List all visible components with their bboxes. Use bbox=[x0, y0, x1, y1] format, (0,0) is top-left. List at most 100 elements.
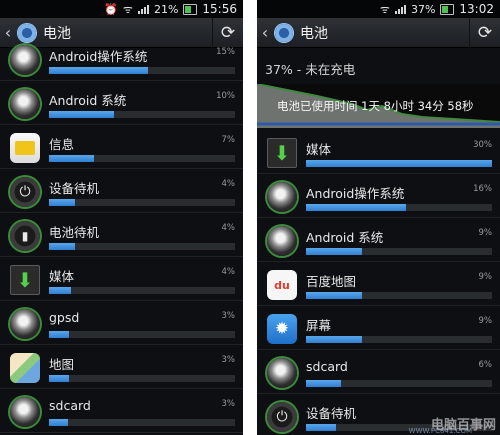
usage-bar-fill bbox=[49, 243, 76, 250]
battery-icon bbox=[183, 3, 198, 15]
android-system-icon bbox=[267, 226, 297, 256]
refresh-icon: ⟳ bbox=[477, 22, 493, 43]
battery-percent: 37% bbox=[410, 2, 436, 16]
usage-bar bbox=[49, 111, 235, 118]
wifi-icon: ᯤ bbox=[122, 2, 133, 16]
status-bar: ᯤ 37% 13:02 bbox=[257, 0, 500, 18]
usage-percent: 4% bbox=[221, 223, 236, 233]
usage-bar bbox=[49, 287, 235, 294]
usage-percent: 3% bbox=[221, 311, 236, 321]
wifi-icon: ᯤ bbox=[379, 2, 390, 16]
list-item[interactable]: Android 系统 10% bbox=[0, 81, 243, 125]
app-name: 设备待机 bbox=[306, 406, 357, 421]
list-item[interactable]: ▮ 电池待机 4% bbox=[0, 213, 243, 257]
app-name: 地图 bbox=[49, 357, 75, 372]
usage-bar bbox=[306, 204, 492, 211]
list-item[interactable]: du 百度地图 9% bbox=[257, 262, 500, 306]
battery-percent: 21% bbox=[153, 2, 179, 16]
app-name: sdcard bbox=[306, 359, 348, 374]
device-standby-icon: ⏻ bbox=[267, 402, 297, 432]
page-title: 电池 bbox=[300, 25, 328, 42]
media-icon: ⬇ bbox=[267, 138, 297, 168]
sdcard-icon bbox=[10, 397, 40, 427]
usage-bar-fill bbox=[306, 292, 362, 299]
back-chevron-icon[interactable]: ‹ bbox=[259, 23, 271, 42]
alarm-icon: ⏰ bbox=[104, 2, 118, 16]
usage-bar-fill bbox=[49, 419, 68, 426]
app-name: Android 系统 bbox=[49, 93, 127, 108]
list-item[interactable]: sdcard 6% bbox=[257, 350, 500, 394]
usage-bar bbox=[49, 375, 235, 382]
usage-percent: 4% bbox=[221, 179, 236, 189]
list-item[interactable]: 地图 3% bbox=[0, 345, 243, 389]
list-item[interactable]: 信息 7% bbox=[0, 125, 243, 169]
charge-status: 37% - 未在充电 bbox=[265, 62, 356, 77]
device-standby-icon: ⏻ bbox=[10, 177, 40, 207]
signal-icon bbox=[394, 4, 406, 14]
usage-percent: 9% bbox=[478, 272, 493, 282]
usage-bar bbox=[49, 331, 235, 338]
list-item[interactable]: gpsd 3% bbox=[0, 301, 243, 345]
left-phone-screen: ⏰ ᯤ 21% 15:56 ‹ 电池 ⟳ Android操作系统 15% Andro… bbox=[0, 0, 243, 435]
app-name: Android操作系统 bbox=[49, 49, 148, 64]
usage-bar bbox=[306, 248, 492, 255]
settings-gear-icon[interactable] bbox=[274, 22, 294, 43]
media-icon: ⬇ bbox=[10, 265, 40, 295]
list-item[interactable]: sdcard 3% bbox=[0, 389, 243, 433]
usage-percent: 7% bbox=[221, 135, 236, 145]
cell-standby-icon: ▮ bbox=[10, 221, 40, 251]
usage-bar-fill bbox=[306, 248, 362, 255]
list-item[interactable]: ⬇ 媒体 30% bbox=[257, 130, 500, 174]
gpsd-icon bbox=[10, 309, 40, 339]
maps-icon bbox=[10, 353, 40, 383]
usage-bar bbox=[49, 67, 235, 74]
usage-percent: 9% bbox=[478, 316, 493, 326]
clock: 13:02 bbox=[459, 2, 494, 16]
usage-bar-fill bbox=[49, 67, 148, 74]
status-bar: ⏰ ᯤ 21% 15:56 bbox=[0, 0, 243, 18]
watermark-url: WWW.PC841.COM bbox=[408, 427, 472, 435]
baidu-map-icon: du bbox=[267, 270, 297, 300]
screen-icon: ✹ bbox=[267, 314, 297, 344]
battery-icon bbox=[440, 3, 455, 15]
title-bar: ‹ 电池 ⟳ bbox=[257, 17, 500, 48]
usage-bar bbox=[49, 155, 235, 162]
usage-bar-fill bbox=[49, 331, 70, 338]
app-name: 屏幕 bbox=[306, 318, 332, 333]
android-os-icon bbox=[10, 45, 40, 75]
battery-history-graph[interactable]: 电池已使用时间 1天 8小时 34分 58秒 bbox=[257, 84, 500, 128]
usage-bar-fill bbox=[306, 336, 362, 343]
list-item[interactable]: ⏻ 设备待机 4% bbox=[0, 169, 243, 213]
usage-percent: 3% bbox=[221, 355, 236, 365]
usage-time: 电池已使用时间 1天 8小时 34分 58秒 bbox=[277, 99, 474, 113]
usage-bar bbox=[49, 199, 235, 206]
messages-icon bbox=[10, 133, 40, 163]
sdcard-icon bbox=[267, 358, 297, 388]
list-item[interactable]: ⬇ 媒体 4% bbox=[0, 257, 243, 301]
usage-percent: 9% bbox=[478, 228, 493, 238]
list-item[interactable]: Android操作系统 16% bbox=[257, 174, 500, 218]
list-item[interactable]: ✹ 屏幕 9% bbox=[257, 306, 500, 350]
usage-bar bbox=[306, 380, 492, 387]
app-name: sdcard bbox=[49, 398, 91, 413]
usage-bar bbox=[306, 160, 492, 167]
app-name: 媒体 bbox=[49, 269, 75, 284]
android-system-icon bbox=[10, 89, 40, 119]
app-name: 百度地图 bbox=[306, 274, 357, 289]
usage-percent: 15% bbox=[216, 47, 235, 57]
usage-bar-fill bbox=[49, 111, 115, 118]
list-item[interactable]: Android操作系统 15% bbox=[0, 37, 243, 81]
usage-bar bbox=[49, 419, 235, 426]
list-item[interactable]: Android 系统 9% bbox=[257, 218, 500, 262]
usage-percent: 10% bbox=[216, 91, 235, 101]
app-name: 电池待机 bbox=[49, 225, 100, 240]
usage-bar-fill bbox=[306, 424, 336, 431]
usage-bar-fill bbox=[306, 380, 342, 387]
usage-bar-fill bbox=[49, 375, 70, 382]
usage-bar bbox=[306, 336, 492, 343]
refresh-button[interactable]: ⟳ bbox=[469, 17, 500, 48]
app-name: 信息 bbox=[49, 137, 75, 152]
right-phone-screen: ᯤ 37% 13:02 ‹ 电池 ⟳ 37% - 未在充电 电池已使用时间 1天… bbox=[257, 0, 500, 435]
android-os-icon bbox=[267, 182, 297, 212]
usage-bar-fill bbox=[49, 287, 72, 294]
